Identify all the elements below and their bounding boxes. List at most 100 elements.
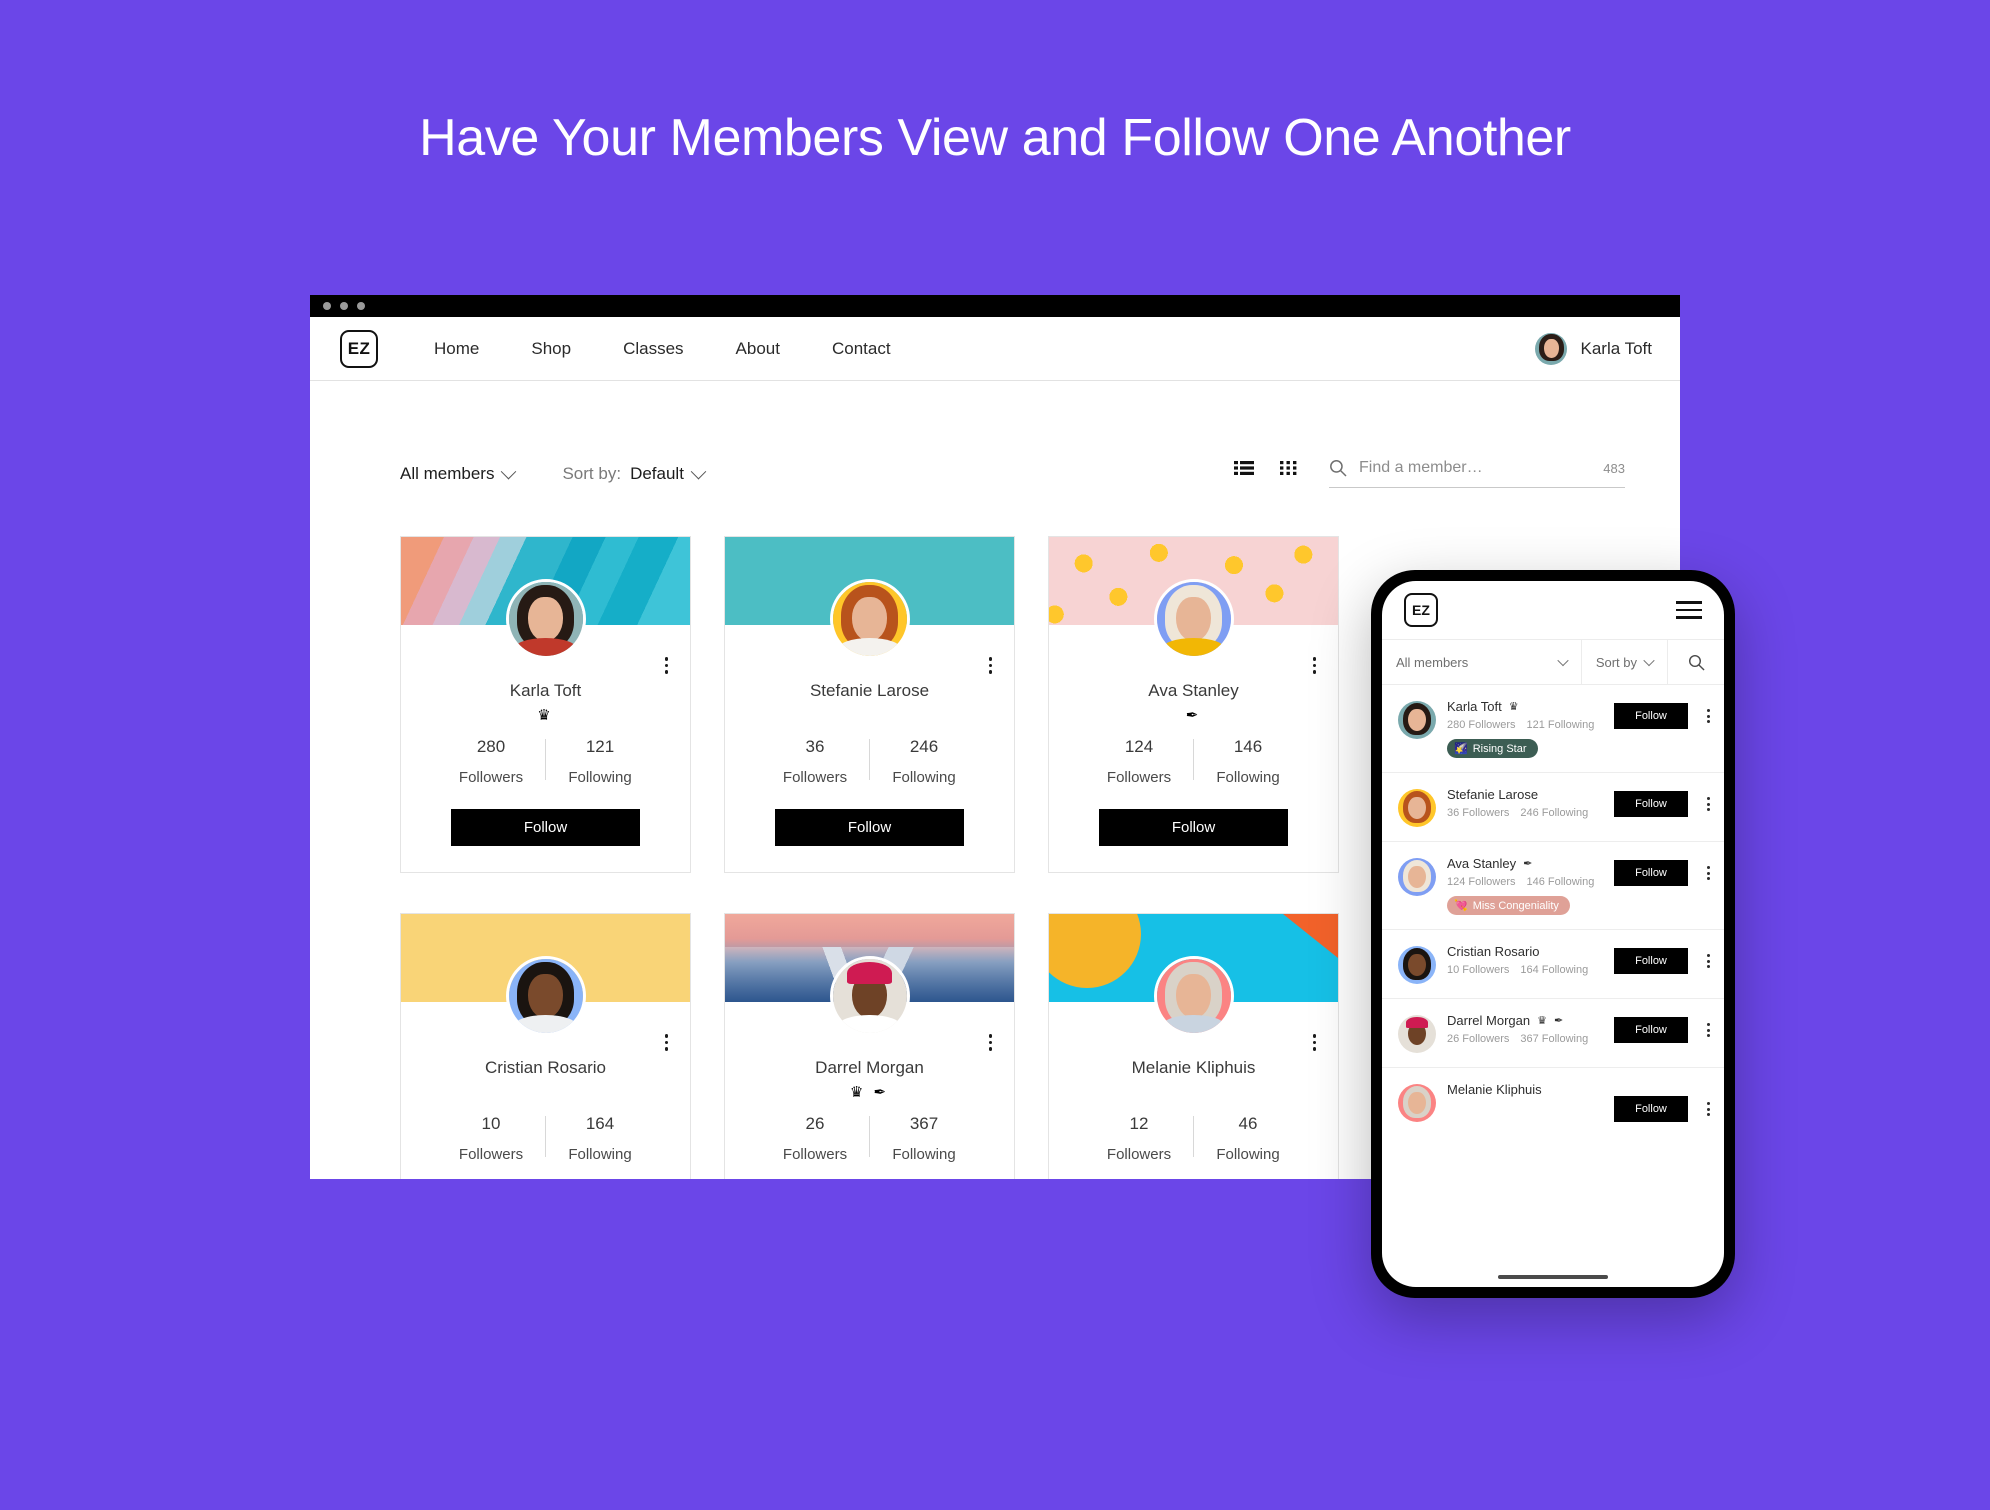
followers-label: Followers xyxy=(782,1146,848,1163)
card-more-options-button[interactable] xyxy=(1312,657,1316,674)
search-icon xyxy=(1688,654,1705,671)
mobile-search-button[interactable] xyxy=(1668,640,1724,684)
card-more-options-button[interactable] xyxy=(664,1034,668,1051)
portrait-melanie xyxy=(1398,1084,1436,1122)
nav-user-area[interactable]: Karla Toft xyxy=(1535,332,1652,365)
list-item[interactable]: Darrel Morgan ♛ ✒ 26 Followers 367 Follo… xyxy=(1382,999,1724,1068)
avatar[interactable] xyxy=(829,579,910,659)
card-more-options-button[interactable] xyxy=(664,657,668,674)
following-label: Following xyxy=(892,1146,956,1163)
avatar[interactable] xyxy=(505,956,586,1036)
follow-button[interactable]: Follow xyxy=(1614,1017,1688,1043)
avatar[interactable] xyxy=(1398,1015,1436,1053)
follow-button[interactable]: Follow xyxy=(1614,860,1688,886)
row-more-options-button[interactable] xyxy=(1699,1082,1712,1116)
nav-link-contact[interactable]: Contact xyxy=(806,339,917,359)
list-item[interactable]: Stefanie Larose 36 Followers 246 Followi… xyxy=(1382,773,1724,842)
member-meta: 26 Followers 367 Following xyxy=(1447,1033,1603,1045)
window-minimize-dot[interactable] xyxy=(340,302,348,310)
followers-text: 124 Followers xyxy=(1447,876,1516,888)
mobile-logo[interactable]: EZ xyxy=(1404,593,1438,627)
follow-button[interactable]: Follow xyxy=(451,809,640,846)
shooting-star-icon: 🌠 xyxy=(1454,743,1468,755)
search-input[interactable]: Find a member… xyxy=(1359,459,1591,477)
following-stat: 46 Following xyxy=(1194,1114,1302,1163)
member-card[interactable]: Stefanie Larose 36 Followers 246 Followi… xyxy=(724,536,1015,873)
member-card[interactable]: Karla Toft ♛ 280 Followers 121 Following… xyxy=(400,536,691,873)
member-card[interactable]: Cristian Rosario 10 Followers 164 Follow… xyxy=(400,913,691,1179)
avatar[interactable] xyxy=(1398,946,1436,984)
member-stats: 36 Followers 246 Following xyxy=(725,737,1014,786)
member-name: Melanie Kliphuis xyxy=(1131,1058,1256,1077)
following-stat: 121 Following xyxy=(546,737,654,786)
follow-button[interactable]: Follow xyxy=(1099,809,1288,846)
followers-count: 26 xyxy=(805,1114,825,1133)
card-more-options-button[interactable] xyxy=(988,1034,992,1051)
row-more-options-button[interactable] xyxy=(1699,787,1712,811)
sort-prefix-label: Sort by: xyxy=(562,464,622,483)
mobile-filter-dropdown[interactable]: All members xyxy=(1382,640,1582,684)
follow-button[interactable]: Follow xyxy=(775,809,964,846)
card-more-options-button[interactable] xyxy=(1312,1034,1316,1051)
avatar[interactable] xyxy=(1398,1084,1436,1122)
member-name-row: Melanie Kliphuis xyxy=(1447,1082,1603,1097)
portrait-stefanie xyxy=(1398,789,1436,827)
nav-link-classes[interactable]: Classes xyxy=(597,339,709,359)
list-item[interactable]: Ava Stanley ✒ 124 Followers 146 Followin… xyxy=(1382,842,1724,930)
nav-link-shop[interactable]: Shop xyxy=(505,339,597,359)
list-item-info: Ava Stanley ✒ 124 Followers 146 Followin… xyxy=(1447,856,1603,915)
followers-stat: 12 Followers xyxy=(1085,1114,1193,1163)
toolbar-right-group: Find a member… 483 xyxy=(1234,459,1625,488)
avatar[interactable] xyxy=(1153,956,1234,1036)
follow-button[interactable]: Follow xyxy=(1614,703,1688,729)
following-label: Following xyxy=(568,769,632,786)
avatar[interactable] xyxy=(1398,858,1436,896)
view-toggle-group xyxy=(1234,460,1297,488)
member-search-box[interactable]: Find a member… 483 xyxy=(1329,459,1625,488)
member-card[interactable]: Ava Stanley ✒ 124 Followers 146 Followin… xyxy=(1048,536,1339,873)
avatar[interactable] xyxy=(829,956,910,1036)
member-badges: ♛ ✒ xyxy=(849,1084,890,1101)
card-more-options-button[interactable] xyxy=(988,657,992,674)
list-view-icon[interactable] xyxy=(1234,460,1254,476)
mobile-sort-dropdown[interactable]: Sort by xyxy=(1582,640,1668,684)
site-logo[interactable]: EZ xyxy=(340,329,378,368)
member-name: Cristian Rosario xyxy=(1447,944,1540,959)
avatar[interactable] xyxy=(1398,789,1436,827)
row-more-options-button[interactable] xyxy=(1699,856,1712,880)
window-maximize-dot[interactable] xyxy=(357,302,365,310)
member-name-row: Stefanie Larose xyxy=(1447,787,1603,802)
row-more-options-button[interactable] xyxy=(1699,944,1712,968)
list-item[interactable]: Melanie Kliphuis Follow xyxy=(1382,1068,1724,1136)
mobile-screen: EZ All members Sort by Karla Toft ♛ 280 … xyxy=(1382,581,1724,1287)
avatar[interactable] xyxy=(1398,701,1436,739)
avatar[interactable] xyxy=(1153,579,1234,659)
grid-view-icon[interactable] xyxy=(1280,460,1297,476)
quill-icon: ✒ xyxy=(1523,858,1533,870)
sort-by-dropdown[interactable]: Sort by: Default xyxy=(562,463,707,488)
follow-button[interactable]: Follow xyxy=(1614,948,1688,974)
nav-user-name: Karla Toft xyxy=(1580,338,1652,358)
browser-chrome-bar xyxy=(310,295,1680,317)
nav-link-home[interactable]: Home xyxy=(408,339,505,359)
heart-with-wings-icon: 💘 xyxy=(1454,900,1468,912)
following-stat: 367 Following xyxy=(870,1114,978,1163)
following-text: 367 Following xyxy=(1520,1033,1589,1045)
nav-link-about[interactable]: About xyxy=(710,339,806,359)
row-more-options-button[interactable] xyxy=(1699,699,1712,723)
follow-button[interactable]: Follow xyxy=(1614,791,1688,817)
member-card[interactable]: Melanie Kliphuis 12 Followers 46 Followi… xyxy=(1048,913,1339,1179)
followers-label: Followers xyxy=(1106,1146,1172,1163)
row-more-options-button[interactable] xyxy=(1699,1013,1712,1037)
list-item[interactable]: Cristian Rosario 10 Followers 164 Follow… xyxy=(1382,930,1724,999)
member-card[interactable]: Darrel Morgan ♛ ✒ 26 Followers 367 Follo… xyxy=(724,913,1015,1179)
avatar[interactable] xyxy=(1535,332,1568,365)
home-indicator[interactable] xyxy=(1382,1267,1724,1287)
list-item-info: Cristian Rosario 10 Followers 164 Follow… xyxy=(1447,944,1603,976)
filter-all-members-dropdown[interactable]: All members xyxy=(400,463,517,488)
follow-button[interactable]: Follow xyxy=(1614,1096,1688,1122)
hamburger-menu-icon[interactable] xyxy=(1676,601,1702,619)
list-item[interactable]: Karla Toft ♛ 280 Followers 121 Following… xyxy=(1382,685,1724,773)
window-close-dot[interactable] xyxy=(323,302,331,310)
avatar[interactable] xyxy=(505,579,586,659)
